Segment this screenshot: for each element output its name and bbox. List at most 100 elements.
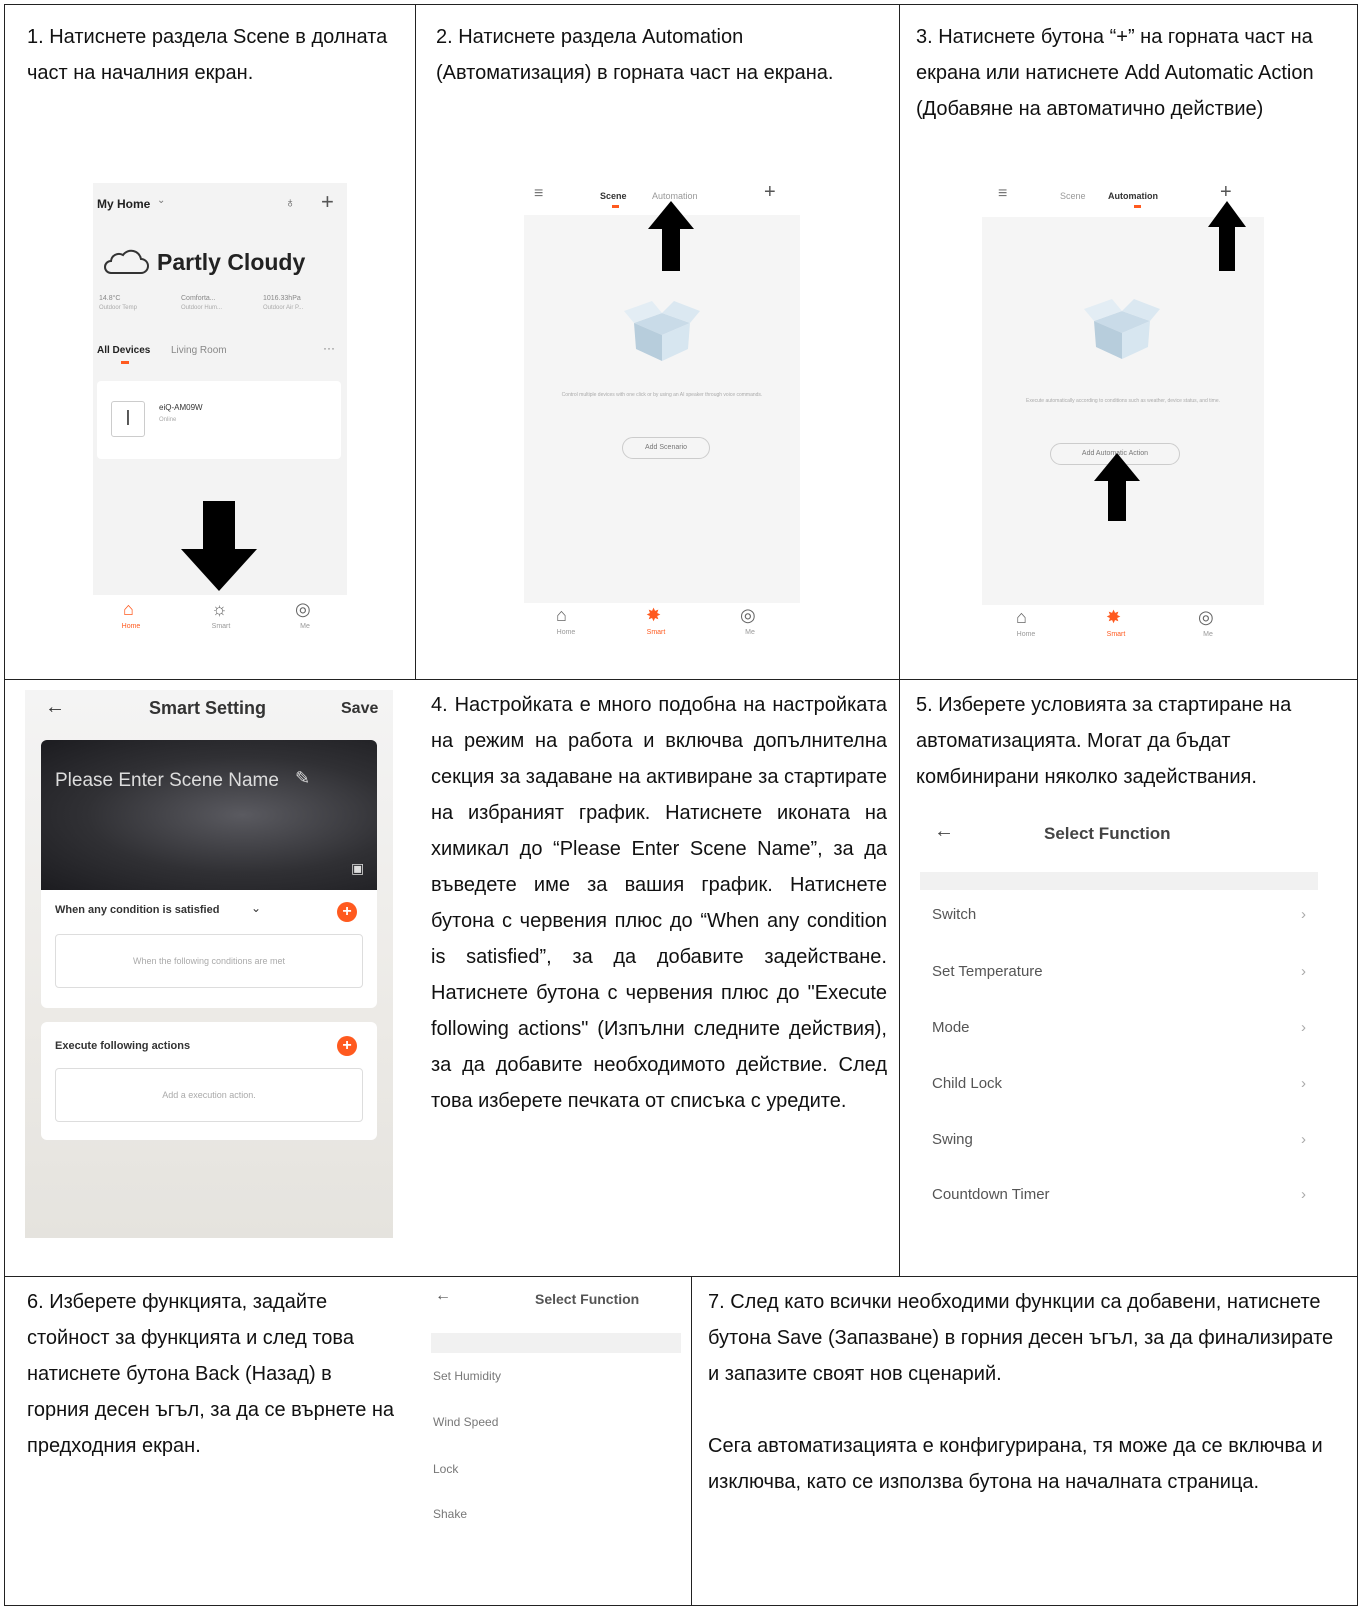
function-label: Swing xyxy=(932,1131,973,1148)
tab-indicator xyxy=(121,361,129,364)
function-item-shake[interactable]: Shake xyxy=(433,1507,467,1521)
function-item-set-temperature[interactable]: Set Temperature › xyxy=(932,963,1318,993)
function-item-lock[interactable]: Lock xyxy=(433,1462,458,1476)
empty-text: Control multiple devices with one click … xyxy=(561,392,763,398)
chevron-down-icon: ⌄ xyxy=(157,195,166,206)
image-icon[interactable]: ▣ xyxy=(351,860,364,877)
tab-all-devices[interactable]: All Devices xyxy=(97,345,150,356)
chevron-right-icon: › xyxy=(1301,1186,1306,1203)
tab-automation[interactable]: Automation xyxy=(1108,191,1158,201)
scene-name-field[interactable]: Please Enter Scene Name xyxy=(55,770,279,792)
function-item-wind-speed[interactable]: Wind Speed xyxy=(433,1415,498,1429)
tab-scene[interactable]: Scene xyxy=(600,191,627,201)
function-item-child-lock[interactable]: Child Lock › xyxy=(932,1075,1318,1105)
function-item-swing[interactable]: Swing › xyxy=(932,1131,1318,1161)
chevron-right-icon: › xyxy=(1301,1075,1306,1092)
add-action-button[interactable]: + xyxy=(337,1036,357,1056)
function-item-countdown-timer[interactable]: Countdown Timer › xyxy=(932,1186,1318,1216)
add-icon[interactable]: + xyxy=(764,181,776,204)
content-area xyxy=(982,217,1264,615)
select-function-screen-2: ← Select Function Set Humidity Wind Spee… xyxy=(425,1285,687,1585)
tab-indicator xyxy=(1134,205,1141,208)
home-nav-icon[interactable]: ⌂ xyxy=(1016,607,1027,628)
add-condition-button[interactable]: + xyxy=(337,902,357,922)
mic-icon[interactable]: ♁ xyxy=(285,194,296,210)
up-arrow-icon xyxy=(648,201,694,271)
scene-banner: Please Enter Scene Name ✎ ▣ xyxy=(41,740,377,890)
step-7-text-b: Сега автоматизацията е конфигурирана, тя… xyxy=(708,1435,1323,1493)
weather-label: Partly Cloudy xyxy=(157,249,306,275)
press-value: 1016.33hPa xyxy=(263,295,301,302)
temp-label: Outdoor Temp xyxy=(99,305,137,311)
more-icon[interactable]: ··· xyxy=(323,341,335,355)
save-button[interactable]: Save xyxy=(341,700,378,718)
home-nav-icon[interactable]: ⌂ xyxy=(556,605,567,626)
add-icon[interactable]: + xyxy=(321,189,334,215)
tab-scene[interactable]: Scene xyxy=(1060,191,1086,201)
empty-box-icon xyxy=(1084,299,1160,359)
actions-title: Execute following actions xyxy=(55,1040,191,1052)
function-item-switch[interactable]: Switch › xyxy=(932,906,1318,936)
nav-home-label: Home xyxy=(556,629,576,636)
chevron-right-icon: › xyxy=(1301,1019,1306,1036)
cloud-icon xyxy=(104,249,149,274)
select-function-title: Select Function xyxy=(535,1291,640,1307)
back-arrow-icon[interactable]: ← xyxy=(45,696,65,719)
content-area xyxy=(524,215,800,613)
me-nav-icon[interactable]: ◎ xyxy=(740,605,756,626)
home-title[interactable]: My Home xyxy=(97,197,150,211)
chevron-right-icon: › xyxy=(1301,1131,1306,1148)
smart-nav-icon[interactable]: ✸ xyxy=(646,605,661,626)
nav-me-label: Me xyxy=(1203,631,1213,638)
chevron-down-icon[interactable]: ⌄ xyxy=(251,901,261,915)
me-nav-icon[interactable]: ◎ xyxy=(1198,607,1214,628)
back-arrow-icon[interactable]: ← xyxy=(934,820,954,843)
smart-setting-title: Smart Setting xyxy=(149,698,267,718)
temp-value: 14.8°C xyxy=(99,295,121,302)
separator-bar xyxy=(431,1333,681,1353)
menu-icon[interactable]: ≡ xyxy=(998,185,1007,203)
step-7-text-a: 7. След като всички необходими функции с… xyxy=(708,1291,1334,1385)
home-nav-icon[interactable]: ⌂ xyxy=(123,599,134,620)
device-name: eiQ-AM09W xyxy=(159,403,203,412)
function-item-mode[interactable]: Mode › xyxy=(932,1019,1318,1049)
nav-me-label: Me xyxy=(745,629,755,636)
empty-text: Execute automatically according to condi… xyxy=(1026,398,1220,404)
condition-card: When any condition is satisfied ⌄ + When… xyxy=(41,890,377,1008)
step-2-cell: 2. Натиснете раздела Automation (Автомат… xyxy=(415,4,900,680)
device-card[interactable]: l eiQ-AM09W Online xyxy=(97,381,341,459)
actions-body[interactable]: Add a execution action. xyxy=(55,1068,363,1122)
separator-bar xyxy=(920,872,1318,890)
up-arrow-icon xyxy=(1208,201,1246,271)
me-nav-icon[interactable]: ◎ xyxy=(295,599,311,620)
step-7-cell: 7. След като всички необходими функции с… xyxy=(691,1276,1358,1606)
down-arrow-icon xyxy=(181,501,257,591)
step-5-cell: 5. Изберете условията за стартиране на а… xyxy=(899,679,1358,1277)
condition-title[interactable]: When any condition is satisfied xyxy=(55,904,219,916)
nav-smart-label: Smart xyxy=(211,623,231,630)
menu-icon[interactable]: ≡ xyxy=(534,185,543,203)
back-arrow-icon[interactable]: ← xyxy=(435,1287,451,1305)
tab-living-room[interactable]: Living Room xyxy=(171,345,227,356)
nav-home-label: Home xyxy=(1016,631,1036,638)
smart-nav-icon[interactable]: ✸ xyxy=(1106,607,1121,628)
actions-card: Execute following actions + Add a execut… xyxy=(41,1022,377,1140)
tab-automation[interactable]: Automation xyxy=(652,191,698,201)
bottom-nav: ⌂ ✸ ◎ Home Smart Me xyxy=(982,605,1264,645)
step-4-cell: 4. Настройката е много подобна на настро… xyxy=(415,679,900,1277)
empty-box-icon xyxy=(624,301,700,361)
add-scenario-button[interactable]: Add Scenario xyxy=(622,437,710,459)
pencil-icon[interactable]: ✎ xyxy=(295,768,310,789)
function-item-set-humidity[interactable]: Set Humidity xyxy=(433,1369,501,1383)
nav-home-label: Home xyxy=(121,623,141,630)
hum-value: Comforta... xyxy=(181,295,216,302)
hum-label: Outdoor Hum... xyxy=(181,305,223,311)
condition-body[interactable]: When the following conditions are met xyxy=(55,934,363,988)
function-label: Child Lock xyxy=(932,1075,1003,1092)
tab-indicator xyxy=(612,205,619,208)
press-label: Outdoor Air P... xyxy=(263,305,304,311)
smart-nav-icon[interactable]: ☼ xyxy=(211,599,228,620)
step-1-text: 1. Натиснете раздела Scene в долната час… xyxy=(27,26,388,84)
step-4-text: 4. Настройката е много подобна на настро… xyxy=(431,694,887,1112)
device-status: Online xyxy=(159,417,177,423)
